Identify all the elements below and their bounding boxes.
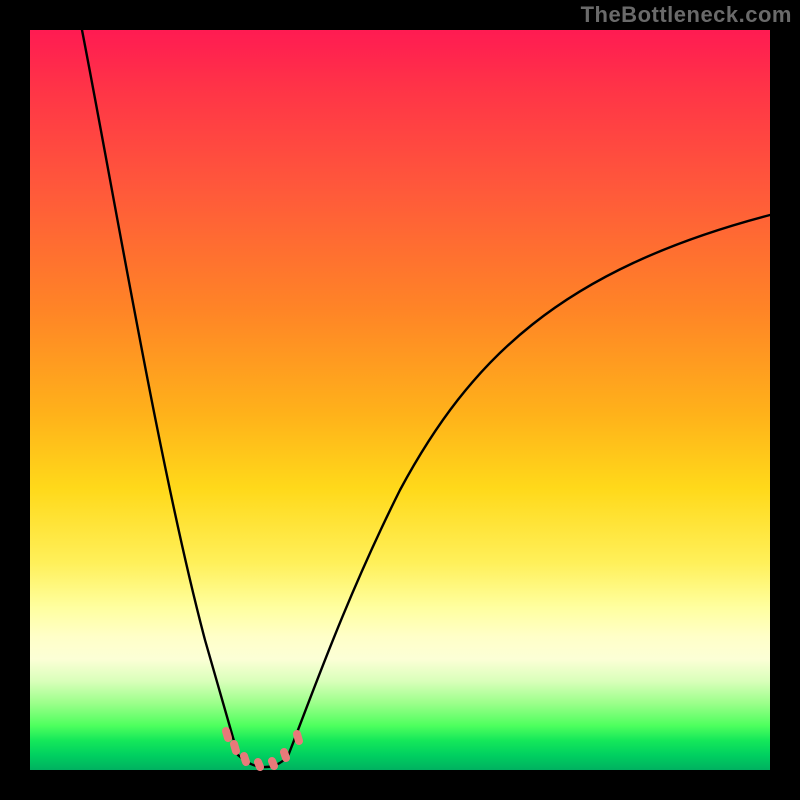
chart-frame: TheBottleneck.com [0,0,800,800]
plot-area [30,30,770,770]
watermark-text: TheBottleneck.com [581,2,792,28]
